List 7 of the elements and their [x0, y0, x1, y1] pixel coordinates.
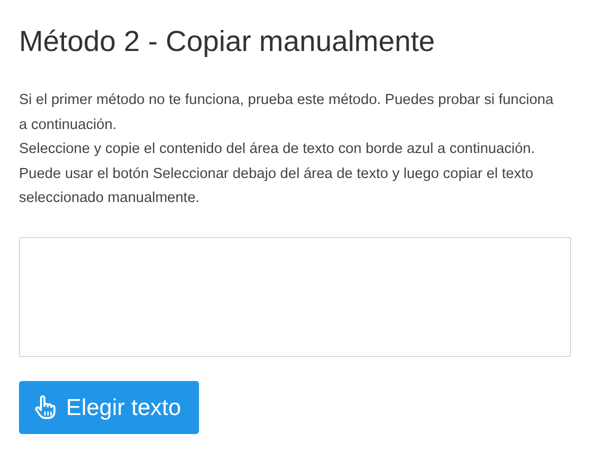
section-heading: Método 2 - Copiar manualmente	[19, 25, 436, 60]
select-text-button[interactable]: Elegir texto	[19, 380, 200, 434]
instruction-text: Puede usar el botón Seleccionar debajo del área de texto y luego copiar el texto seleccionado manualmente.	[19, 164, 534, 208]
instruction-text: Si el primer método no te funciona, prueba este método. Puedes probar si funciona a continuación.	[19, 91, 554, 134]
pointing-hand-icon	[34, 395, 56, 419]
text-area[interactable]	[19, 236, 571, 356]
instruction-text: Seleccione y copie el contenido del área de texto con borde azul a continuación.	[19, 140, 536, 159]
